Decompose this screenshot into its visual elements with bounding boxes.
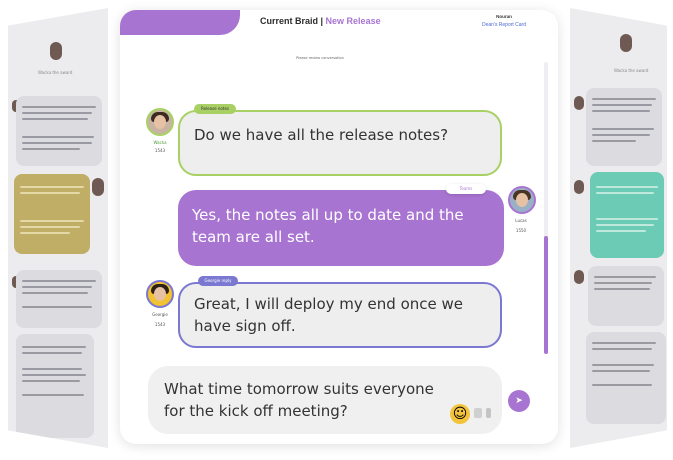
message-time: 1550: [515, 228, 527, 233]
right-panel-caption: Wacka the award: [614, 68, 649, 73]
left-panel-caption: Wacka the award: [38, 70, 73, 75]
chat-scrollbar[interactable]: [544, 62, 548, 354]
avatar[interactable]: [508, 186, 536, 214]
message-bubble: Great, I will deploy my end once we have…: [178, 282, 502, 348]
microphone-icon[interactable]: [486, 408, 491, 418]
send-icon[interactable]: ➤: [508, 390, 530, 412]
message-time: 1543: [154, 148, 166, 153]
right-panel-avatar: [620, 34, 632, 52]
left-panel-message-card: [16, 334, 94, 438]
message-tag: Release notes: [194, 104, 236, 114]
message-tag: Teams: [446, 184, 486, 194]
right-chat-preview-panel: Wacka the award: [570, 8, 667, 448]
right-panel-message-card: [586, 332, 666, 424]
right-panel-avatar: [574, 180, 584, 194]
stage: Wacka the award Wacka the award Current …: [0, 0, 673, 460]
message-text: Do we have all the release notes?: [194, 126, 449, 144]
page-title: Current Braid | New Release: [260, 16, 381, 26]
conversation-notice: Please review conversation: [296, 56, 344, 60]
message-text: Great, I will deploy my end once we have…: [194, 295, 463, 335]
right-panel-message-card: [588, 266, 664, 326]
message-tag: Georgie reply: [198, 276, 238, 286]
message-input[interactable]: What time tomorrow suits everyone for th…: [164, 378, 444, 422]
report-card-link[interactable]: Dean's Report Card: [482, 22, 526, 28]
message-sender: Georgie: [152, 312, 168, 317]
left-panel-message-card: [16, 96, 102, 166]
braid-topic: New Release: [325, 16, 381, 26]
header-user-info: Nouran Dean's Report Card: [482, 14, 526, 28]
message-bubble: Yes, the notes all up to date and the te…: [178, 190, 504, 266]
avatar[interactable]: [146, 280, 174, 308]
left-panel-avatar: [50, 42, 62, 60]
right-panel-message-card: [590, 172, 664, 258]
attachment-icon[interactable]: [474, 408, 482, 418]
left-panel-message-card: [16, 270, 102, 328]
chat-scroll-thumb[interactable]: [544, 236, 548, 354]
left-chat-preview-panel: Wacka the award: [8, 8, 108, 448]
message-text: Yes, the notes all up to date and the te…: [192, 206, 464, 246]
message-time: 1543: [154, 322, 166, 327]
braid-name: Current Braid: [260, 16, 319, 26]
header-accent-tab: [120, 10, 240, 35]
message-composer[interactable]: What time tomorrow suits everyone for th…: [148, 366, 502, 434]
smile-emoji-icon[interactable]: ☺: [450, 404, 470, 424]
left-panel-message-card: [14, 174, 90, 254]
message-sender: Lucas: [515, 218, 527, 223]
message-bubble: Do we have all the release notes?: [178, 110, 502, 176]
avatar[interactable]: [146, 108, 174, 136]
right-panel-message-card: [586, 88, 662, 166]
title-separator: |: [318, 16, 326, 26]
right-panel-avatar: [574, 270, 584, 284]
message-sender: Wacka: [153, 140, 167, 145]
left-panel-avatar: [92, 178, 104, 196]
right-panel-avatar: [574, 96, 584, 110]
chat-window: Current Braid | New Release Nouran Dean'…: [120, 10, 558, 444]
header-user-name: Nouran: [496, 14, 512, 19]
